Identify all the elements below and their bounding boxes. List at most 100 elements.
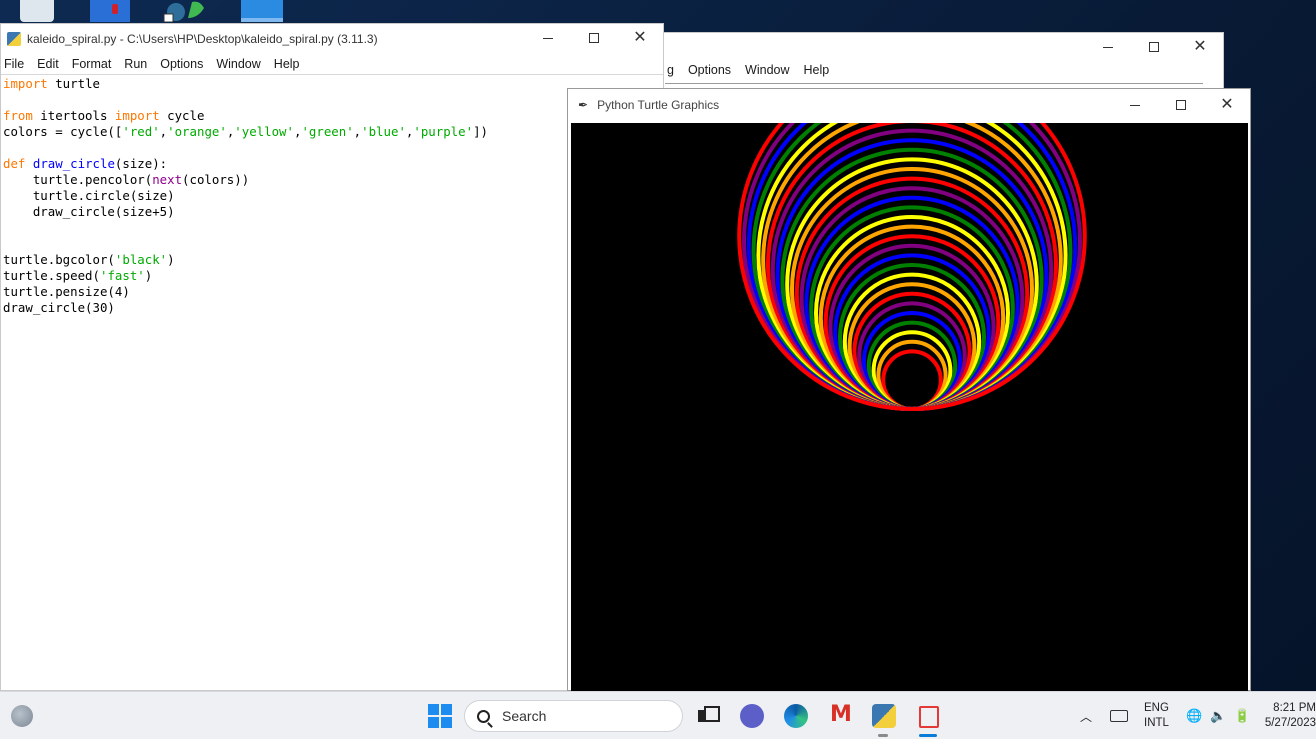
feather-icon: ✒ <box>578 98 589 112</box>
code-token: turtle.bgcolor( <box>3 252 115 267</box>
code-token: import <box>3 76 48 91</box>
window-title: kaleido_spiral.py - C:\Users\HP\Desktop\… <box>27 31 378 46</box>
menu-item[interactable]: g <box>667 63 674 77</box>
active-indicator <box>919 734 937 737</box>
editor-titlebar[interactable]: kaleido_spiral.py - C:\Users\HP\Desktop\… <box>1 24 663 53</box>
recycle-bin-icon[interactable] <box>20 0 54 22</box>
code-token: 'fast' <box>99 268 145 283</box>
code-line: import turtle <box>3 76 488 92</box>
show-hidden-icons-chevron-icon[interactable]: ︿ <box>1080 692 1092 739</box>
close-icon: ✕ <box>1220 96 1234 113</box>
python-file-icon <box>7 31 21 46</box>
turtle-canvas[interactable] <box>571 123 1248 692</box>
code-token: ) <box>144 268 153 283</box>
code-token: draw_circle(size+5) <box>3 204 175 219</box>
menu-options[interactable]: Options <box>688 63 731 77</box>
minimize-button[interactable] <box>1085 33 1131 61</box>
code-token: ]) <box>473 124 488 139</box>
menu-run[interactable]: Run <box>124 57 147 71</box>
menu-edit[interactable]: Edit <box>37 57 59 71</box>
close-icon: ✕ <box>633 29 647 46</box>
windows-start-icon[interactable] <box>428 704 452 728</box>
code-token: turtle.pencolor( <box>3 172 153 187</box>
menu-format[interactable]: Format <box>72 57 112 71</box>
minimize-icon <box>1130 104 1140 106</box>
taskbar-search-box[interactable]: Search <box>464 700 683 732</box>
snipping-tool-icon[interactable] <box>916 704 940 728</box>
taskbar-clock[interactable]: 8:21 PM 5/27/2023 <box>1264 692 1316 739</box>
code-token: def <box>3 156 26 171</box>
code-line: turtle.pencolor(next(colors)) <box>3 172 488 188</box>
clock-time: 8:21 PM <box>1273 702 1316 714</box>
maximize-button[interactable] <box>571 24 617 52</box>
edge-icon[interactable] <box>784 704 808 728</box>
menu-options[interactable]: Options <box>160 57 203 71</box>
shell-menubar: g Options Window Help <box>663 63 829 77</box>
minimize-button[interactable] <box>1112 91 1158 119</box>
menu-window[interactable]: Window <box>745 63 789 77</box>
search-label: Search <box>502 708 547 724</box>
minimize-button[interactable] <box>525 24 571 52</box>
code-line: draw_circle(30) <box>3 300 488 316</box>
python-icon[interactable] <box>872 704 896 728</box>
code-line: turtle.pensize(4) <box>3 284 488 300</box>
code-token: 'black' <box>114 252 168 267</box>
idle-editor-window[interactable]: kaleido_spiral.py - C:\Users\HP\Desktop\… <box>0 23 664 691</box>
maximize-button[interactable] <box>1158 91 1204 119</box>
battery-icon[interactable]: 🔋 <box>1234 708 1250 724</box>
divider <box>665 83 1203 84</box>
desktop: ✕ g Options Window Help kaleido_spiral.p… <box>0 0 1316 692</box>
weather-widget-icon[interactable] <box>11 705 33 727</box>
code-token: cycle <box>159 108 205 123</box>
maximize-button[interactable] <box>1131 33 1177 61</box>
spiral-circle <box>770 128 1054 411</box>
code-token: next <box>152 172 183 187</box>
menu-help[interactable]: Help <box>274 57 300 71</box>
code-token: (colors)) <box>182 172 250 187</box>
menu-window[interactable]: Window <box>216 57 260 71</box>
close-button[interactable]: ✕ <box>1177 33 1223 61</box>
code-token: ) <box>167 252 175 267</box>
task-view-icon[interactable] <box>696 704 720 728</box>
editor-menubar: File Edit Format Run Options Window Help <box>1 53 663 75</box>
this-pc-icon[interactable] <box>241 0 283 22</box>
code-token: 'blue' <box>361 124 406 139</box>
system-tray-icons[interactable]: 🌐 🔈 🔋 <box>1186 692 1251 739</box>
language-code: ENG <box>1144 702 1169 714</box>
gmail-icon[interactable] <box>828 702 852 728</box>
volume-icon[interactable]: 🔈 <box>1210 708 1226 724</box>
close-button[interactable]: ✕ <box>617 24 663 52</box>
teams-chat-icon[interactable] <box>740 704 764 728</box>
menu-file[interactable]: File <box>4 57 24 71</box>
network-globe-icon[interactable]: 🌐 <box>1186 708 1202 724</box>
search-icon <box>477 709 490 723</box>
spiral-drawing <box>737 123 1087 412</box>
menu-help[interactable]: Help <box>804 63 830 77</box>
code-token: turtle <box>47 76 100 91</box>
input-language-indicator[interactable]: ENG INTL <box>1144 692 1169 739</box>
code-token: 'orange' <box>167 124 227 139</box>
turtle-titlebar[interactable]: ✒ Python Turtle Graphics ✕ <box>568 89 1250 121</box>
code-line: turtle.speed('fast') <box>3 268 488 284</box>
code-line: turtle.bgcolor('black') <box>3 252 488 268</box>
code-token: turtle.speed( <box>3 268 100 283</box>
app-shortcut-icon[interactable] <box>162 0 212 23</box>
window-title: Python Turtle Graphics <box>597 98 720 112</box>
code-line: draw_circle(size+5) <box>3 204 488 220</box>
code-token: import <box>114 108 160 123</box>
touch-keyboard-icon[interactable] <box>1110 692 1128 739</box>
code-editor-text-area[interactable]: import turtle from itertools import cycle… <box>3 76 488 316</box>
code-line: from itertools import cycle <box>3 108 488 124</box>
document-shortcut-icon[interactable] <box>90 0 130 22</box>
code-token: draw_circle <box>32 156 115 171</box>
code-token: 'red' <box>122 124 160 139</box>
turtle-graphics-window[interactable]: ✒ Python Turtle Graphics ✕ <box>567 88 1251 692</box>
minimize-icon <box>1103 46 1113 48</box>
code-token: turtle.pensize(4) <box>3 284 130 299</box>
keyboard-layout: INTL <box>1144 717 1169 729</box>
close-button[interactable]: ✕ <box>1204 91 1250 119</box>
